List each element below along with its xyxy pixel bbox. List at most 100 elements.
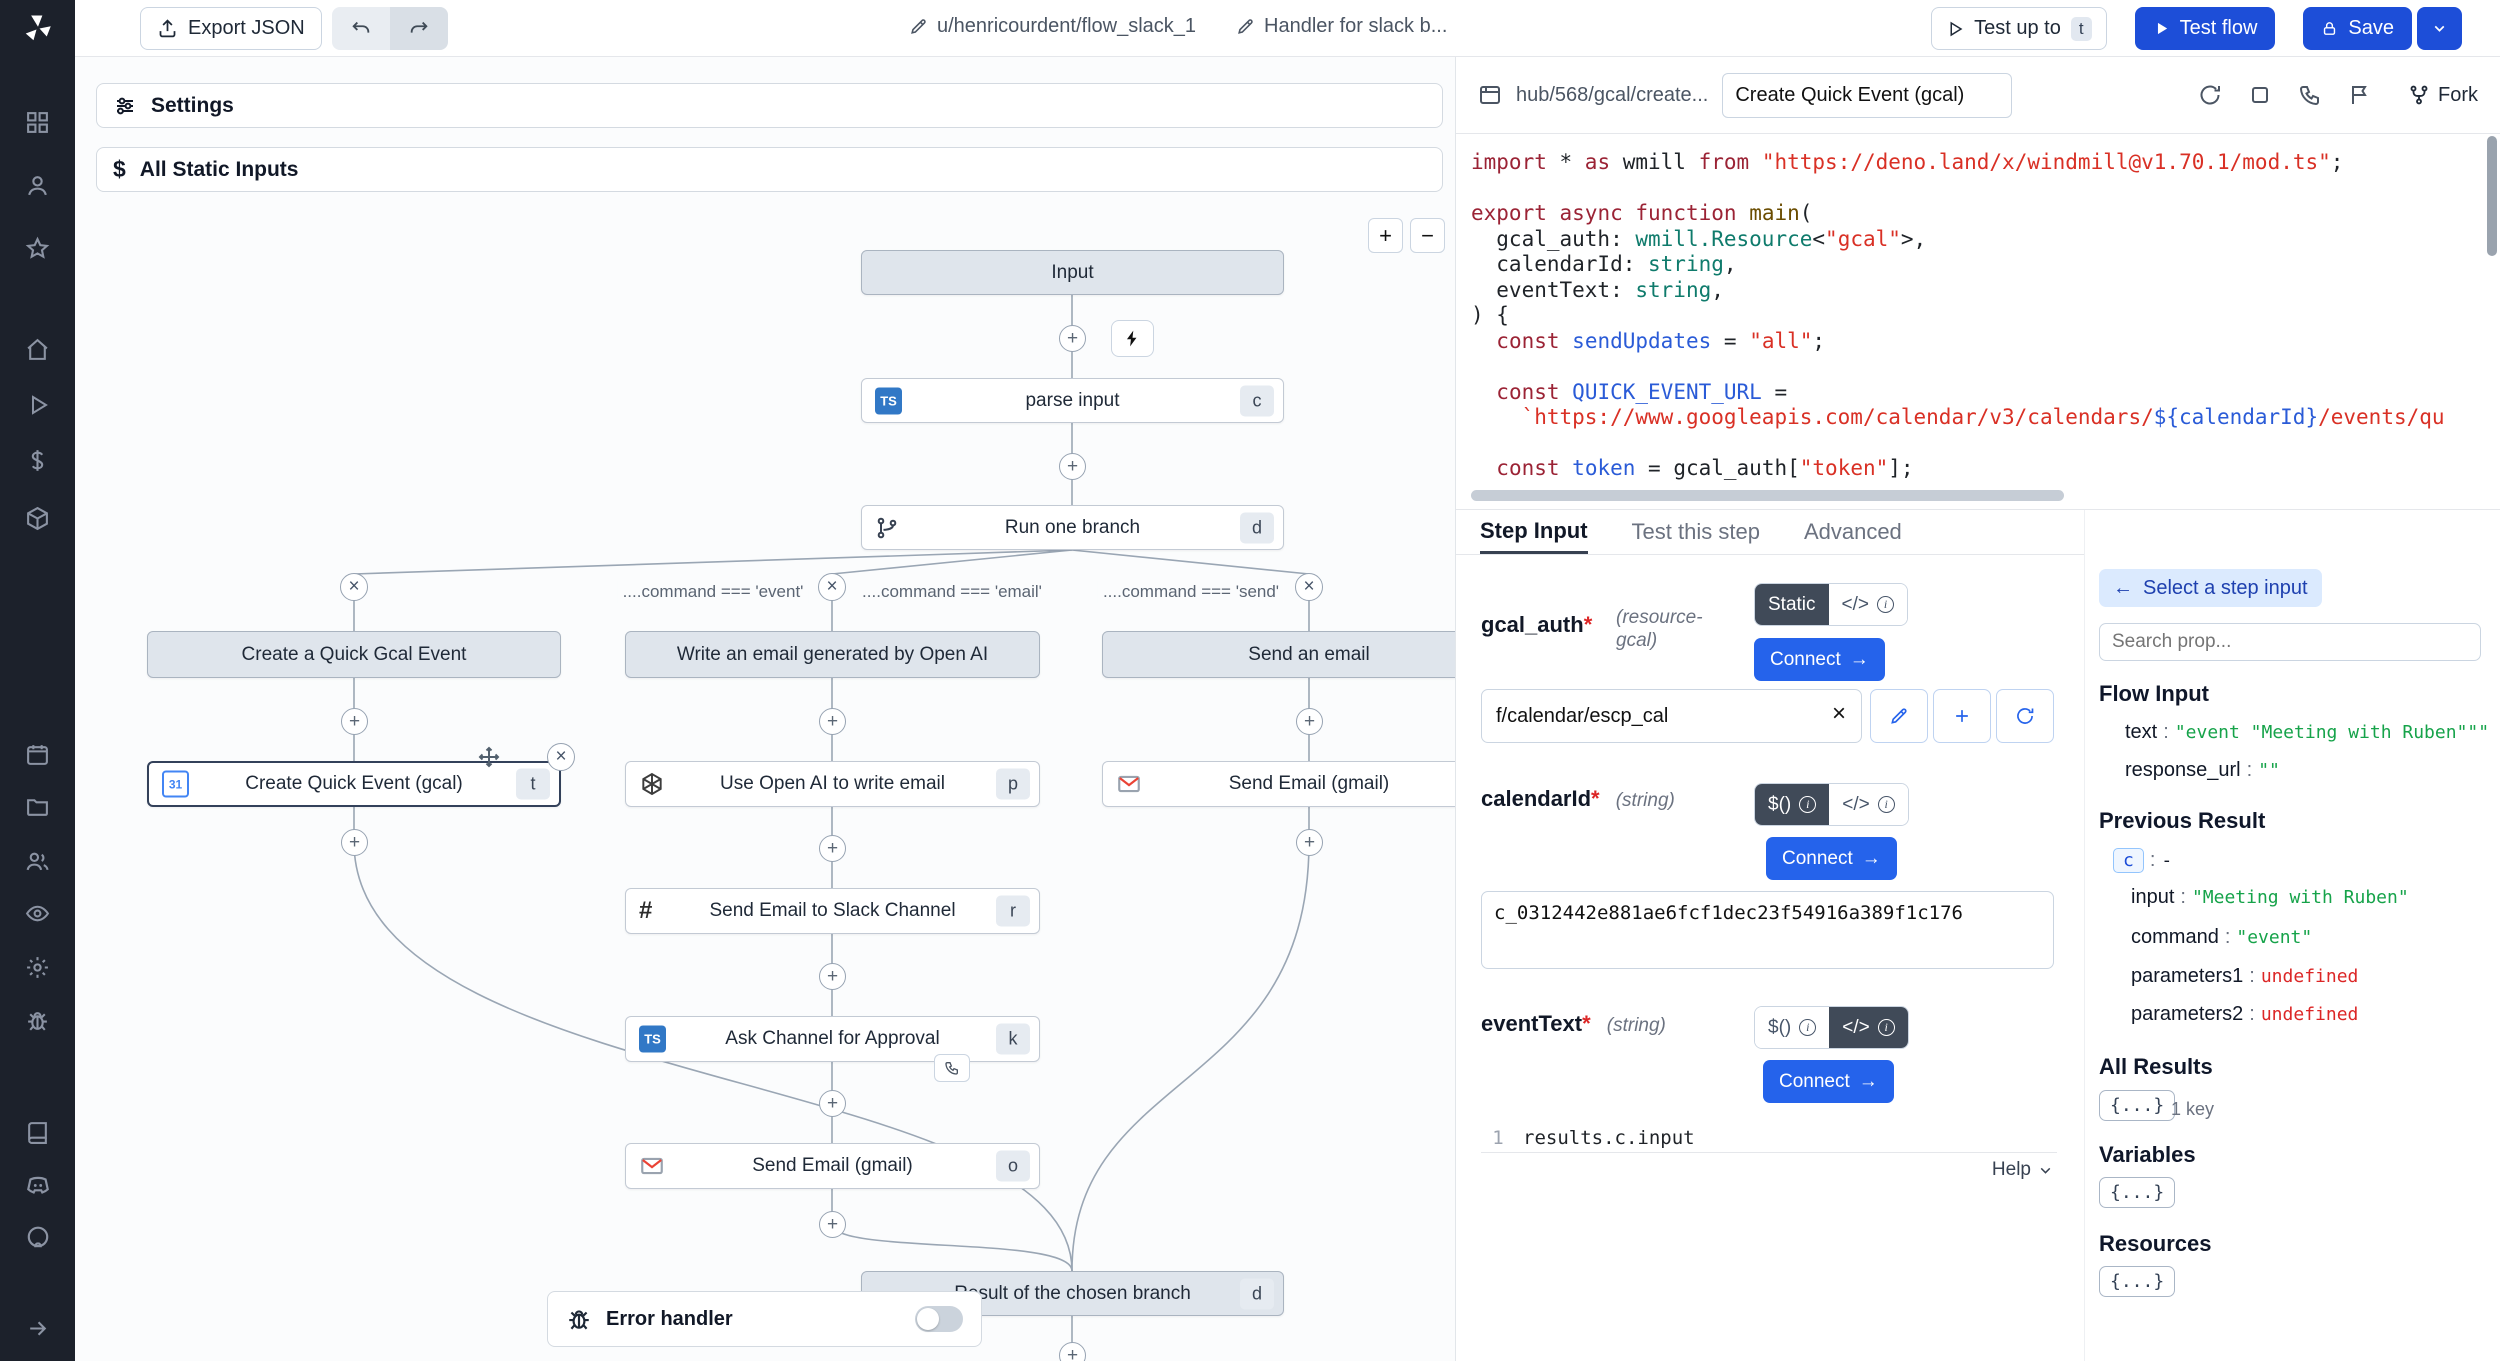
delete-branch-button[interactable] [818, 573, 846, 601]
grid-icon[interactable] [0, 102, 75, 142]
prop-row-parameters1[interactable]: parameters1: undefined [2131, 965, 2358, 988]
variables-object-chip[interactable]: {...} [2099, 1177, 2175, 1208]
vertical-scrollbar[interactable] [2487, 136, 2497, 256]
resource-path-input[interactable] [1481, 689, 1862, 743]
flow-settings-bar[interactable]: Settings [96, 83, 1443, 128]
calendar-id-value-input[interactable]: c_0312442e881ae6fcf1dec23f54916a389f1c17… [1481, 891, 2054, 969]
prop-row-response-url[interactable]: response_url: "" [2125, 759, 2280, 782]
template-mode-button[interactable]: $() i [1755, 784, 1829, 825]
static-inputs-bar[interactable]: $ All Static Inputs [96, 147, 1443, 192]
insert-step-button[interactable] [819, 963, 846, 990]
prop-row-input[interactable]: input: "Meeting with Ruben" [2131, 886, 2409, 909]
apps-icon[interactable] [0, 498, 75, 538]
home-icon[interactable] [0, 329, 75, 369]
flow-node-run-one-branch[interactable]: Run one branch d [861, 505, 1284, 550]
insert-step-button[interactable] [819, 835, 846, 862]
windmill-logo-icon[interactable] [0, 8, 75, 48]
delete-branch-button[interactable] [1295, 573, 1323, 601]
code-editor[interactable]: import * as wmill from "https://deno.lan… [1456, 134, 2500, 510]
insert-step-button[interactable] [341, 829, 368, 856]
insert-step-button[interactable] [819, 1090, 846, 1117]
dollar-icon[interactable] [0, 440, 75, 480]
all-results-object-chip[interactable]: {...} [2099, 1090, 2175, 1121]
move-step-handle[interactable] [477, 745, 501, 769]
event-text-connect-button[interactable]: Connect [1763, 1060, 1894, 1103]
eye-icon[interactable] [0, 893, 75, 933]
code-mode-button[interactable]: </> i [1829, 1007, 1907, 1048]
delete-step-button[interactable] [547, 743, 575, 771]
export-json-button[interactable]: Export JSON [140, 7, 322, 50]
code-mode-button[interactable]: </> i [1829, 784, 1907, 825]
trigger-bolt-button[interactable] [1111, 320, 1154, 357]
prop-row-text[interactable]: text: "event "Meeting with Ruben""" [2125, 721, 2489, 744]
calendar-icon[interactable] [0, 734, 75, 774]
error-handler-toggle[interactable] [915, 1306, 963, 1332]
bug-icon[interactable] [0, 1000, 75, 1040]
error-handler-bar[interactable]: Error handler [547, 1291, 982, 1347]
undo-button[interactable] [332, 7, 390, 50]
insert-step-button[interactable] [1296, 708, 1323, 735]
redo-button[interactable] [390, 7, 448, 50]
insert-step-button[interactable] [1296, 829, 1323, 856]
user-icon[interactable] [0, 165, 75, 205]
prop-row-step-c[interactable]: c: - [2113, 848, 2172, 873]
prop-row-parameters2[interactable]: parameters2: undefined [2131, 1003, 2358, 1026]
branch-header-email[interactable]: Write an email generated by Open AI [625, 631, 1040, 678]
square-icon[interactable] [2248, 83, 2272, 107]
code-mode-button[interactable]: </> i [1829, 584, 1907, 625]
save-dropdown-button[interactable] [2417, 7, 2462, 50]
tab-test-this-step[interactable]: Test this step [1632, 510, 1760, 554]
select-step-input-button[interactable]: ← Select a step input [2099, 569, 2322, 607]
flow-node-input[interactable]: Input [861, 250, 1284, 295]
tab-step-input[interactable]: Step Input [1480, 510, 1588, 554]
flow-summary-breadcrumb[interactable]: Handler for slack b... [1236, 15, 1447, 38]
add-resource-button[interactable] [1933, 689, 1991, 743]
gear-icon[interactable] [0, 947, 75, 987]
save-button[interactable]: Save [2303, 7, 2412, 50]
play-icon[interactable] [0, 385, 75, 425]
flow-node-send-gmail[interactable]: Send Email (gmail) o [625, 1143, 1040, 1189]
insert-step-button[interactable] [819, 708, 846, 735]
gcal-auth-connect-button[interactable]: Connect [1754, 638, 1885, 681]
flow-path-breadcrumb[interactable]: u/henricourdent/flow_slack_1 [909, 15, 1196, 38]
tab-advanced[interactable]: Advanced [1804, 510, 1902, 554]
flow-node-parse-input[interactable]: TS parse input c [861, 378, 1284, 423]
help-link[interactable]: Help [1992, 1159, 2054, 1181]
star-icon[interactable] [0, 228, 75, 268]
expand-sidebar-icon[interactable] [0, 1308, 75, 1348]
insert-step-button[interactable] [1059, 325, 1086, 352]
zoom-out-button[interactable] [1410, 218, 1445, 253]
prop-row-command[interactable]: command: "event" [2131, 926, 2312, 949]
flow-canvas[interactable]: Settings $ All Static Inputs Input TS pa… [75, 57, 1456, 1361]
refresh-resource-button[interactable] [1996, 689, 2054, 743]
book-icon[interactable] [0, 1112, 75, 1152]
delete-branch-button[interactable] [340, 573, 368, 601]
flow-node-ask-approval[interactable]: TS Ask Channel for Approval k [625, 1016, 1040, 1062]
github-icon[interactable] [0, 1218, 75, 1258]
phone-icon[interactable] [2298, 83, 2322, 107]
template-mode-button[interactable]: $() i [1755, 1007, 1829, 1048]
insert-step-button[interactable] [341, 708, 368, 735]
test-flow-button[interactable]: Test flow [2135, 7, 2276, 50]
flow-node-openai-email[interactable]: Use Open AI to write email p [625, 761, 1040, 807]
flag-icon[interactable] [2348, 83, 2372, 107]
insert-step-button[interactable] [1059, 453, 1086, 480]
insert-step-button[interactable] [819, 1211, 846, 1238]
branch-header-send[interactable]: Send an email [1102, 631, 1456, 678]
event-text-expression-editor[interactable]: 1 results.c.input [1481, 1123, 2057, 1153]
discord-icon[interactable] [0, 1166, 75, 1206]
resources-object-chip[interactable]: {...} [2099, 1266, 2175, 1297]
calendar-id-connect-button[interactable]: Connect [1766, 837, 1897, 880]
horizontal-scrollbar[interactable] [1471, 490, 2064, 501]
flow-node-send-email-gmail[interactable]: Send Email (gmail) [1102, 761, 1456, 807]
sync-icon[interactable] [2198, 83, 2222, 107]
zoom-in-button[interactable] [1368, 218, 1403, 253]
static-mode-button[interactable]: Static [1755, 584, 1829, 625]
clear-resource-icon[interactable]: × [1832, 700, 1846, 728]
fork-button[interactable]: Fork [2408, 84, 2478, 107]
search-prop-input[interactable] [2099, 623, 2481, 661]
step-summary-input[interactable] [1722, 73, 2012, 118]
branch-header-gcal[interactable]: Create a Quick Gcal Event [147, 631, 561, 678]
test-up-to-button[interactable]: Test up to t [1931, 7, 2106, 50]
edit-resource-button[interactable] [1870, 689, 1928, 743]
